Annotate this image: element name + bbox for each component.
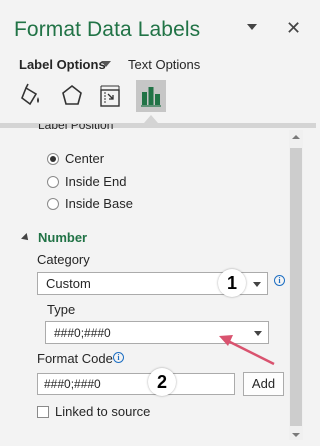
annotation-arrow: [219, 335, 275, 366]
